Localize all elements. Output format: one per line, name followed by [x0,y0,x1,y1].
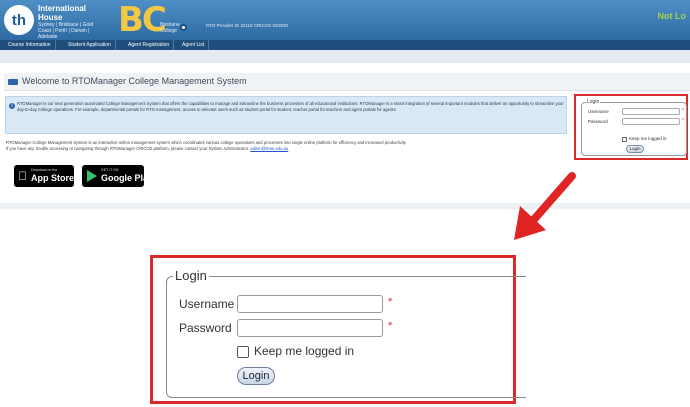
description-line-2: If you have any trouble accessing or nav… [6,146,568,152]
username-input[interactable] [237,295,383,313]
logo-line-3: Sydney | Brisbane | Gold Coast | Perth |… [38,22,94,40]
keep-logged-in-label-small: Keep me logged in [629,136,667,141]
login-legend: Login [173,268,209,283]
login-button[interactable]: Login [237,367,275,385]
username-required-small: * [682,108,684,114]
main-nav: Course Information Student Application A… [0,40,690,50]
logo-line-1: International [38,4,87,13]
login-legend-small: Login [586,99,601,105]
keep-logged-in-checkbox-small[interactable] [622,137,627,142]
site-header: th International House Sydney | Brisbane… [0,0,690,40]
login-status: Not Lo [657,11,687,21]
bc-subtitle: Brisbane College [160,22,180,34]
header-tagline: RTO Provider ID 32110 CRICOS 03430G [206,23,289,28]
password-input-small[interactable] [622,118,680,125]
brisbane-college-logo: BC Brisbane College [118,0,188,40]
password-input[interactable] [237,319,383,337]
password-required-small: * [682,118,684,124]
login-zoom-highlight: Login Username * Password * Keep me logg… [150,255,526,404]
pointer-arrow-icon [514,172,576,240]
login-button-small[interactable]: Login [626,145,644,153]
gplay-small-text: GET IT ON [101,168,119,172]
username-label: Username [179,297,235,311]
bc-dot-icon [180,24,187,31]
nav-student-application[interactable]: Student Application [64,40,116,50]
google-play-button[interactable]: GET IT ON Google Play [82,165,153,187]
app-store-button[interactable]:  Download on the App Store [14,165,74,187]
keep-logged-in-checkbox[interactable] [237,346,249,358]
username-input-small[interactable] [622,108,680,115]
international-house-logo[interactable]: th International House Sydney | Brisbane… [4,3,94,40]
username-label-small: Username [588,109,609,114]
bc-letters: BC [118,0,167,40]
section-icon [8,79,18,85]
login-fieldset: Login Username * Password * Keep me logg… [166,268,526,398]
info-text: RTOManager is our next generation automa… [17,101,564,112]
nav-agent-registration[interactable]: Agent Registration [124,40,175,50]
appstore-label: App Store [31,173,75,183]
nav-agent-list[interactable]: Agent List [178,40,210,50]
description: RTOManager College Management System is … [6,140,568,152]
welcome-bar: Welcome to RTOManager College Management… [4,73,690,91]
password-label-small: Password [588,119,608,124]
keep-logged-in-label: Keep me logged in [254,344,355,358]
logo-line-2: House [38,13,63,22]
appstore-small-text: Download on the [31,168,58,172]
login-fieldset-small: Login Username * Password * Keep me logg… [581,99,687,156]
content-footer-band [0,203,690,209]
info-icon: i [9,103,15,109]
info-box: i RTOManager is our next generation auto… [5,96,567,134]
nav-course-information[interactable]: Course Information [4,40,56,50]
login-panel-highlight: Login Username * Password * Keep me logg… [574,94,688,160]
gplay-label: Google Play [101,173,154,183]
apple-icon:  [18,169,27,183]
sub-nav-band [0,50,690,63]
description-line-2-text: If you have any trouble accessing or nav… [6,146,250,151]
page-title: Welcome to RTOManager College Management… [22,76,247,86]
admin-email-link[interactable]: admin@rtom.edu.au [250,146,288,151]
google-play-icon [87,170,97,182]
password-label: Password [179,321,232,335]
logo-mark: th [4,5,34,35]
logo-text: International House Sydney | Brisbane | … [38,4,94,40]
username-required-mark: * [388,296,393,308]
password-required-mark: * [388,320,393,332]
